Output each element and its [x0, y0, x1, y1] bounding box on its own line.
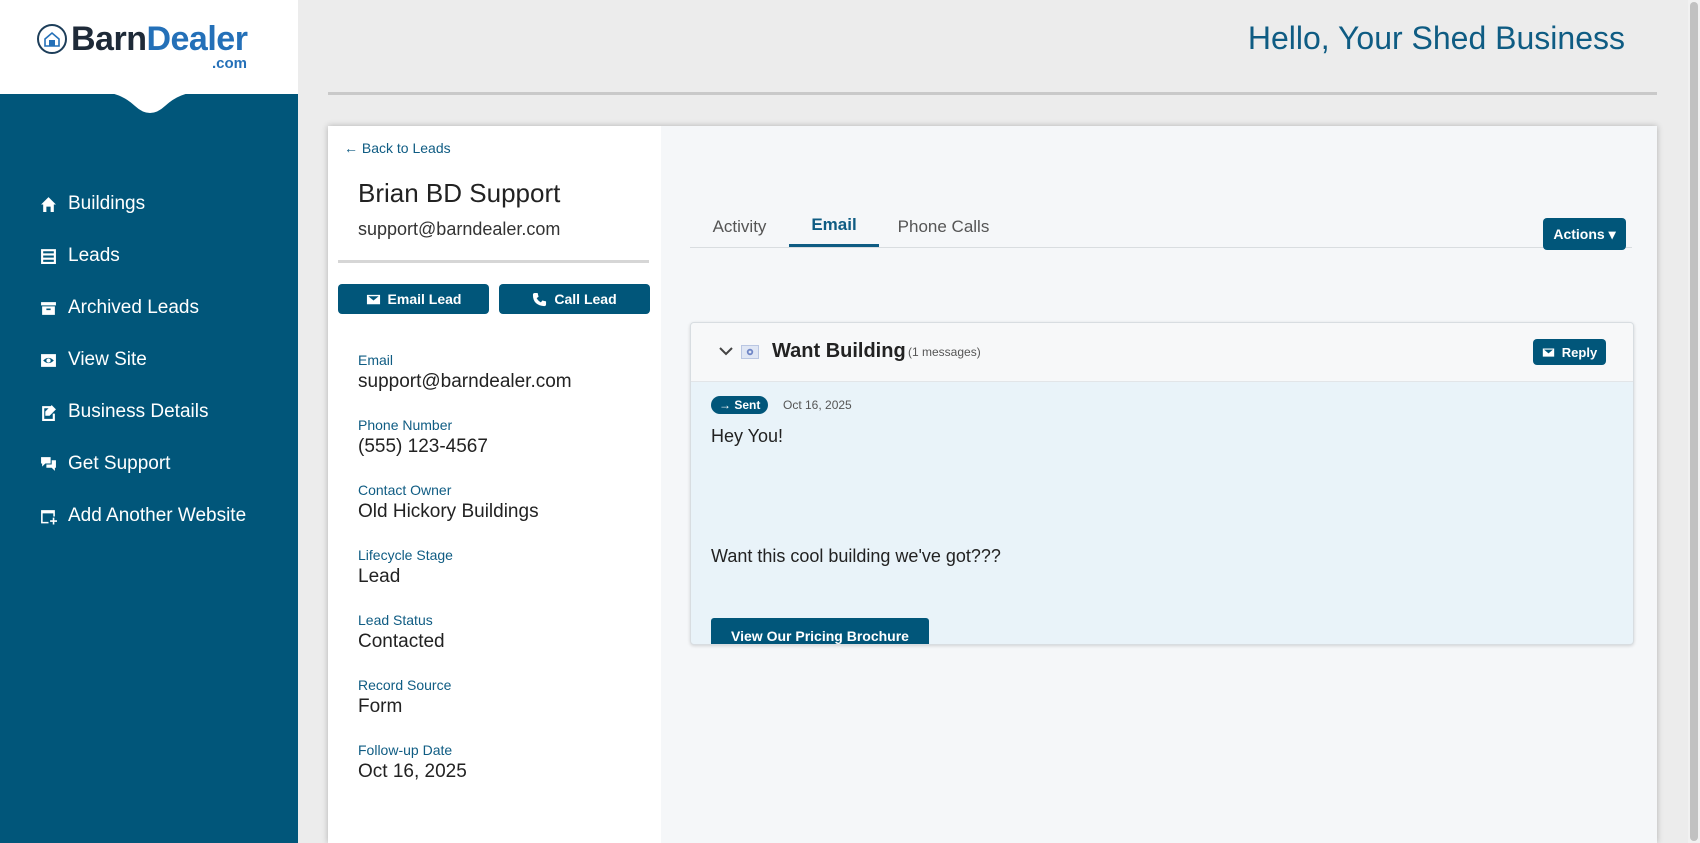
message-date: Oct 16, 2025	[783, 398, 852, 412]
sidebar-item-label: Archived Leads	[68, 297, 199, 318]
sidebar-item-label: Buildings	[68, 193, 146, 214]
lead-tabs: Activity Email Phone Calls	[690, 206, 1632, 248]
sidebar-item-leads[interactable]: Leads	[0, 230, 298, 282]
sidebar-item-add-another-website[interactable]: Add Another Website	[0, 490, 298, 542]
lead-name: Brian BD Support	[358, 178, 561, 208]
tab-email[interactable]: Email	[789, 206, 879, 247]
field-value: Contacted	[358, 631, 445, 652]
envelope-icon	[1542, 346, 1555, 359]
sidebar-item-label: Add Another Website	[68, 505, 247, 526]
tab-activity[interactable]: Activity	[690, 206, 789, 247]
lead-detail-card: ← Back to Leads Brian BD Support support…	[328, 126, 1657, 843]
logo[interactable]: BarnDealer	[37, 20, 248, 58]
lead-email: support@barndealer.com	[358, 219, 561, 239]
logo-area: BarnDealer .com	[0, 0, 298, 94]
home-icon	[38, 194, 58, 214]
field-value: Form	[358, 696, 403, 717]
field-follow-up-date: Follow-up Date Oct 16, 2025	[358, 742, 572, 807]
add-window-icon	[38, 506, 58, 526]
field-value: support@barndealer.com	[358, 371, 572, 392]
sidebar-item-label: Business Details	[68, 401, 209, 422]
lead-fields: Email support@barndealer.com Phone Numbe…	[358, 352, 572, 807]
sidebar-item-label: View Site	[68, 349, 147, 370]
logo-notch	[100, 92, 200, 113]
sent-badge: → Sent	[711, 396, 769, 414]
field-value: Lead	[358, 566, 401, 587]
sidebar-item-label: Get Support	[68, 453, 171, 474]
sidebar-item-buildings[interactable]: Buildings	[0, 178, 298, 230]
field-value: Old Hickory Buildings	[358, 501, 539, 522]
email-lead-label: Email Lead	[387, 291, 462, 307]
email-thread-icon	[741, 345, 759, 359]
field-label: Phone Number	[358, 417, 453, 433]
sidebar-item-label: Leads	[68, 245, 120, 266]
field-label: Record Source	[358, 677, 452, 693]
barn-logo-icon	[37, 24, 67, 54]
sidebar-item-archived-leads[interactable]: Archived Leads	[0, 282, 298, 334]
thread-header[interactable]: Want Building (1 messages) Reply	[691, 323, 1633, 382]
field-contact-owner: Contact Owner Old Hickory Buildings	[358, 482, 572, 547]
greeting: Hello, Your Shed Business	[1247, 20, 1625, 56]
email-thread: Want Building (1 messages) Reply → Sent …	[690, 322, 1634, 645]
reply-label: Reply	[1561, 344, 1598, 360]
call-lead-button[interactable]: Call Lead	[499, 284, 650, 314]
call-lead-label: Call Lead	[554, 291, 617, 307]
field-label: Lifecycle Stage	[358, 547, 453, 563]
reply-button[interactable]: Reply	[1533, 339, 1606, 365]
edit-document-icon	[38, 402, 58, 422]
actions-dropdown-button[interactable]: Actions ▾	[1543, 218, 1626, 250]
archive-icon	[38, 298, 58, 318]
field-lead-status: Lead Status Contacted	[358, 612, 572, 677]
tab-phone-calls[interactable]: Phone Calls	[879, 206, 1008, 247]
header-divider	[328, 92, 1657, 95]
field-phone-number: Phone Number (555) 123-4567	[358, 417, 572, 482]
email-lead-button[interactable]: Email Lead	[338, 284, 489, 314]
field-lifecycle-stage: Lifecycle Stage Lead	[358, 547, 572, 612]
phone-icon	[532, 292, 547, 307]
sidebar-nav: Buildings Leads Archived Leads View Site…	[0, 178, 298, 542]
sidebar-item-view-site[interactable]: View Site	[0, 334, 298, 386]
field-label: Contact Owner	[358, 482, 452, 498]
thread-subject: Want Building	[772, 340, 906, 362]
list-icon	[38, 246, 58, 266]
back-to-leads-link[interactable]: ← Back to Leads	[344, 140, 451, 156]
field-label: Lead Status	[358, 612, 433, 628]
view-pricing-brochure-button[interactable]: View Our Pricing Brochure	[711, 618, 929, 644]
message-count: (1 messages)	[908, 345, 981, 359]
lead-info-panel: ← Back to Leads Brian BD Support support…	[328, 126, 661, 843]
message-body-line: Hey You!	[711, 426, 784, 446]
field-value: Oct 16, 2025	[358, 761, 467, 782]
message-body-line: Want this cool building we've got???	[711, 546, 1001, 566]
logo-text: BarnDealer	[71, 20, 248, 58]
scrollbar-thumb[interactable]	[1690, 2, 1698, 841]
sidebar: BarnDealer .com Buildings Leads Archived…	[0, 0, 298, 843]
page-scrollbar[interactable]	[1688, 0, 1700, 843]
chevron-down-icon[interactable]	[717, 342, 735, 360]
sidebar-item-business-details[interactable]: Business Details	[0, 386, 298, 438]
field-email: Email support@barndealer.com	[358, 352, 572, 417]
envelope-icon	[366, 292, 381, 307]
divider	[338, 260, 649, 263]
chat-icon	[38, 454, 58, 474]
sidebar-item-get-support[interactable]: Get Support	[0, 438, 298, 490]
logo-tld: .com	[212, 55, 248, 72]
field-label: Email	[358, 352, 394, 368]
field-label: Follow-up Date	[358, 742, 453, 758]
field-value: (555) 123-4567	[358, 436, 488, 457]
field-record-source: Record Source Form	[358, 677, 572, 742]
eye-icon	[38, 350, 58, 370]
